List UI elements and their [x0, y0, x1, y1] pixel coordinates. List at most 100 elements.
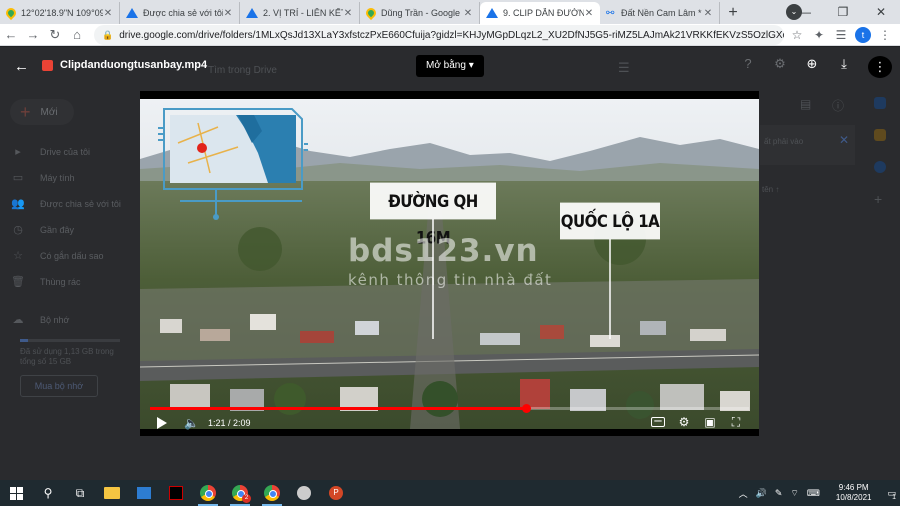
browser-tab[interactable]: Được chia sẻ với tôi - G ✕: [120, 2, 240, 24]
maps-icon: [363, 5, 379, 21]
help-icon[interactable]: ?: [732, 56, 764, 78]
chevron-up-icon[interactable]: ︿: [739, 487, 748, 500]
app-globe-icon[interactable]: [288, 480, 320, 506]
video-player[interactable]: ĐƯỜNG QH 16M QUỐC LỘ 1A bds123.vn kênh t…: [140, 91, 759, 436]
home-icon[interactable]: ⌂: [66, 27, 88, 42]
close-tab-icon[interactable]: ✕: [463, 8, 473, 19]
side-panel-rail: +: [870, 97, 892, 225]
tab-title: 12°02'18.9"N 109°09'3: [21, 8, 103, 18]
restore-icon[interactable]: ❐: [824, 5, 862, 19]
play-icon[interactable]: [157, 417, 167, 429]
sidebar-item-my-drive[interactable]: ▸ Drive của tôi: [10, 145, 90, 158]
extensions-icon[interactable]: ✦: [808, 28, 830, 42]
trash-icon: 🗑: [11, 276, 25, 288]
sort-label[interactable]: tên ↑: [762, 185, 779, 194]
sidebar-item-shared[interactable]: 👥 Được chia sẻ với tôi: [10, 197, 121, 210]
video-controls: 🔈 1:21 / 2:09 ━━ ⚙ ▣ ⛶: [140, 404, 759, 436]
player-actions: ━━ ⚙ ▣ ⛶: [645, 415, 749, 430]
settings-gear-icon[interactable]: ⚙: [671, 415, 697, 430]
list-view-icon[interactable]: ▤: [800, 97, 811, 111]
browser-tab[interactable]: 12°02'18.9"N 109°09'3 ✕: [0, 2, 120, 24]
chrome-menu-icon[interactable]: ⋮: [874, 28, 896, 42]
drive-icon: [126, 8, 138, 18]
store-icon[interactable]: [128, 480, 160, 506]
windows-logo-icon: [9, 486, 23, 500]
keyboard-icon[interactable]: ⌨: [807, 488, 820, 499]
storage-bar: [20, 339, 120, 342]
close-tab-icon[interactable]: ✕: [103, 8, 113, 19]
wifi-icon[interactable]: ⌔: [790, 488, 798, 499]
speaker-icon[interactable]: 🔊: [756, 488, 767, 499]
add-addon-icon[interactable]: +: [874, 192, 886, 206]
new-button[interactable]: + Mới: [10, 99, 74, 125]
chrome-window-icon[interactable]: [256, 480, 288, 506]
game-app-icon[interactable]: [160, 480, 192, 506]
file-explorer-icon[interactable]: [96, 480, 128, 506]
sidebar-item-starred[interactable]: ☆ Có gắn dấu sao: [10, 249, 104, 262]
tasks-icon[interactable]: [874, 161, 886, 173]
reading-list-icon[interactable]: ☰: [830, 28, 852, 42]
browser-tab-strip: 12°02'18.9"N 109°09'3 ✕ Được chia sẻ với…: [0, 0, 900, 24]
close-tab-icon[interactable]: ✕: [343, 8, 353, 19]
keep-icon[interactable]: [874, 129, 886, 141]
notice-banner: ất phải vào ✕: [760, 125, 855, 165]
close-tab-icon[interactable]: ✕: [223, 8, 233, 19]
browser-tab[interactable]: Dũng Trần - Google M ✕: [360, 2, 480, 24]
video-file-icon: [42, 60, 53, 71]
sidebar-item-storage[interactable]: ☁ Bộ nhớ: [10, 313, 70, 326]
scrubber-handle[interactable]: [522, 404, 532, 413]
notifications-icon[interactable]: ▭ 1: [887, 488, 896, 501]
open-with-button[interactable]: Mở bằng ▾: [416, 55, 484, 77]
storage-text: Đã sử dụng 1,13 GB trong tổng số 15 GB: [20, 347, 114, 366]
sidebar-item-trash[interactable]: 🗑 Thùng rác: [10, 275, 81, 288]
computer-icon: ▭: [12, 172, 24, 184]
clock[interactable]: 9:46 PM 10/8/2021: [832, 483, 876, 503]
fullscreen-icon[interactable]: ⛶: [723, 415, 749, 430]
start-button[interactable]: [0, 480, 32, 506]
back-icon[interactable]: ←: [0, 27, 22, 42]
close-tab-icon[interactable]: ✕: [703, 8, 713, 19]
chrome-profile-icon[interactable]: 2: [224, 480, 256, 506]
close-tab-icon[interactable]: ✕: [584, 8, 594, 19]
sidebar-item-recent[interactable]: ◷ Gần đây: [10, 223, 74, 236]
back-arrow-icon[interactable]: ←: [14, 58, 29, 75]
browser-tab[interactable]: 2. VỊ TRÍ - LIÊN KẾT VÙ ✕: [240, 2, 360, 24]
window-controls: — ❐ ✕: [786, 0, 900, 24]
lock-icon[interactable]: 🔒: [102, 30, 113, 41]
tab-title: Được chia sẻ với tôi - G: [143, 8, 223, 18]
minimize-icon[interactable]: —: [786, 5, 824, 19]
download-icon[interactable]: ⤓: [828, 56, 860, 78]
tab-title: 9. CLIP DẪN ĐƯỜNG: [503, 8, 584, 18]
new-tab-button[interactable]: +: [720, 2, 746, 24]
bookmark-star-icon[interactable]: ☆: [786, 28, 808, 42]
task-view-icon[interactable]: ⧉: [64, 480, 96, 506]
profile-avatar[interactable]: t: [855, 27, 871, 43]
viewer-actions: ? ⚙ ⊕ ⤓ ⋮: [732, 56, 892, 78]
file-title: Clipdanduongtusanbay.mp4: [60, 59, 208, 71]
powerpoint-icon[interactable]: P: [320, 480, 352, 506]
info-icon[interactable]: ⓘ: [832, 97, 844, 114]
search-icon[interactable]: ⚲: [32, 480, 64, 506]
forward-icon[interactable]: →: [22, 27, 44, 42]
chrome-icon[interactable]: [192, 480, 224, 506]
buy-storage-button[interactable]: Mua bộ nhớ: [20, 375, 98, 397]
browser-tab[interactable]: ⚯ Đất Nền Cam Lâm * ✕: [600, 2, 720, 24]
pen-icon[interactable]: ✎: [775, 488, 783, 499]
progress-bar-fill: [150, 407, 527, 410]
captions-icon[interactable]: ━━: [651, 417, 665, 427]
volume-icon[interactable]: 🔈: [184, 416, 199, 430]
add-shortcut-icon[interactable]: ⊕: [796, 56, 828, 78]
more-options-icon[interactable]: ⋮: [868, 56, 892, 78]
reload-icon[interactable]: ↻: [44, 27, 66, 43]
road-label-ql1a: QUỐC LỘ 1A: [560, 202, 660, 240]
drive-icon: [486, 8, 498, 18]
close-icon[interactable]: ✕: [839, 133, 849, 147]
browser-tab-active[interactable]: 9. CLIP DẪN ĐƯỜNG ✕: [480, 2, 600, 24]
calendar-icon[interactable]: [874, 97, 886, 109]
progress-bar[interactable]: [150, 404, 749, 413]
sidebar-item-computers[interactable]: ▭ Máy tính: [10, 171, 75, 184]
settings-icon[interactable]: ⚙: [764, 56, 796, 78]
close-window-icon[interactable]: ✕: [862, 5, 900, 19]
miniplayer-icon[interactable]: ▣: [697, 415, 723, 430]
address-bar[interactable]: 🔒 drive.google.com/drive/folders/1MLxQsJ…: [94, 25, 784, 45]
